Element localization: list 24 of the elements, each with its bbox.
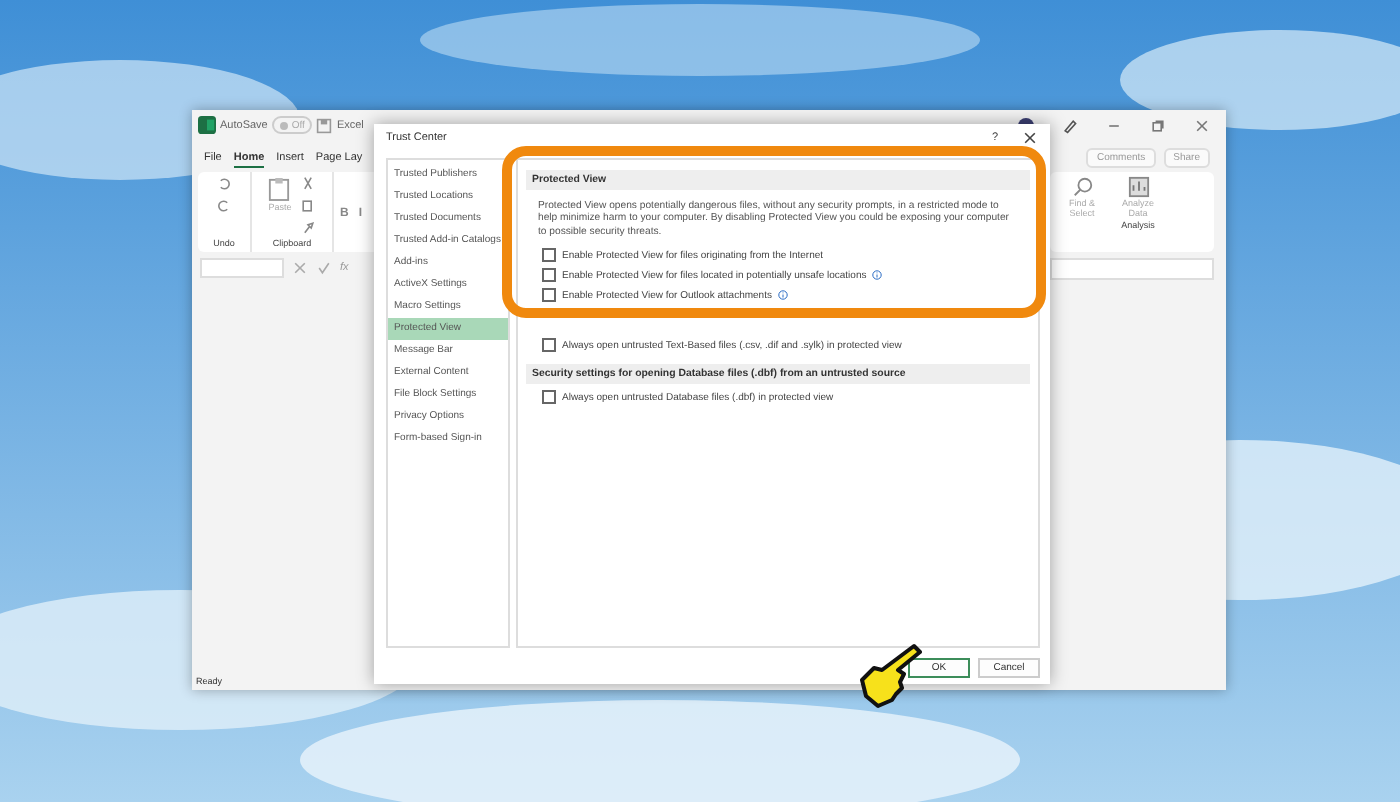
formula-field[interactable] (1050, 258, 1214, 280)
check-icon[interactable] (316, 260, 332, 276)
undo-icon[interactable] (216, 176, 232, 192)
checkbox[interactable] (542, 288, 556, 303)
checkbox[interactable] (542, 338, 556, 353)
scissors-icon[interactable] (299, 176, 316, 192)
analyze-data-icon[interactable] (1127, 176, 1149, 198)
save-icon[interactable] (316, 117, 333, 133)
info-icon[interactable] (872, 270, 883, 281)
search-icon[interactable] (1071, 176, 1093, 198)
copy-icon[interactable] (299, 198, 316, 214)
checkbox[interactable] (542, 268, 556, 283)
cancel-icon[interactable] (292, 260, 308, 276)
pointing-hand-icon (854, 640, 922, 712)
info-icon[interactable] (777, 290, 788, 301)
close-icon[interactable] (1022, 130, 1038, 146)
clipboard-icon[interactable] (268, 176, 291, 202)
checkbox[interactable] (542, 390, 556, 405)
restore-icon[interactable] (1150, 118, 1166, 134)
spreadsheet-logo-icon (198, 116, 216, 134)
redo-icon[interactable] (216, 198, 232, 214)
pen-icon[interactable] (1062, 118, 1078, 134)
checkbox[interactable] (542, 248, 556, 263)
brush-icon[interactable] (299, 220, 316, 236)
